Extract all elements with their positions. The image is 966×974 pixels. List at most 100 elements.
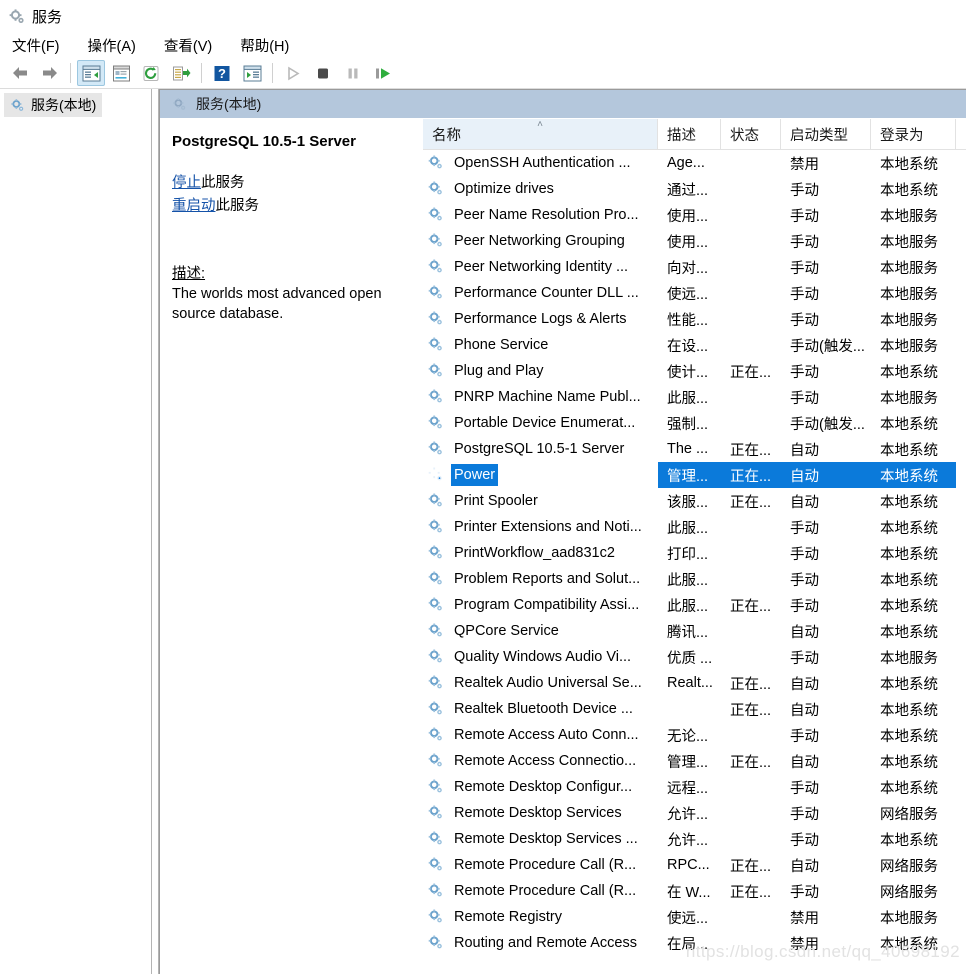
table-row[interactable]: Remote Procedure Call (R... 在 W... 正在... 手动… (423, 878, 966, 904)
cell-name-label: Remote Desktop Services ... (454, 831, 638, 847)
table-row[interactable]: Printer Extensions and Noti... 此服... 手动 本地系… (423, 514, 966, 540)
cell-start: 自动 (781, 462, 871, 488)
cell-status: 正在... (730, 598, 772, 615)
service-gear-icon (427, 206, 445, 224)
cell-desc: The ... (667, 441, 709, 457)
table-row[interactable]: Program Compatibility Assi... 此服... 正在... 手… (423, 592, 966, 618)
cell-name-label: Peer Name Resolution Pro... (454, 207, 639, 223)
sidebar-item-services-local[interactable]: 服务(本地) (4, 93, 103, 117)
cell-desc: 允许... (667, 832, 709, 849)
menu-bar: 文件(F) 操作(A) 查看(V) 帮助(H) (0, 32, 966, 58)
pane-splitter[interactable] (151, 89, 159, 974)
table-row[interactable]: Realtek Audio Universal Se... Realt... 正在.… (423, 670, 966, 696)
column-header-desc[interactable]: 描述 (658, 119, 721, 149)
cell-start: 手动 (790, 832, 819, 849)
cell-desc: 在 W... (667, 884, 711, 901)
menu-file[interactable]: 文件(F) (10, 33, 62, 58)
table-row[interactable]: Portable Device Enumerat... 强制... 手动(触发...… (423, 410, 966, 436)
cell-desc: 性能... (667, 312, 709, 329)
table-row[interactable]: Remote Desktop Services ... 允许... 手动 本地系统 (423, 826, 966, 852)
cell-status (721, 722, 781, 748)
table-row[interactable]: Remote Access Connectio... 管理... 正在... 自动 本地… (423, 748, 966, 774)
table-row[interactable]: PNRP Machine Name Publ... 此服... 手动 本地服务 (423, 384, 966, 410)
table-row[interactable]: Remote Procedure Call (R... RPC... 正在... 自动… (423, 852, 966, 878)
table-row[interactable]: Peer Name Resolution Pro... 使用... 手动 本地服务 (423, 202, 966, 228)
table-row[interactable]: PrintWorkflow_aad831c2 打印... 手动 本地系统 (423, 540, 966, 566)
cell-desc: 此服... (667, 572, 709, 589)
stop-service-icon[interactable] (309, 60, 337, 86)
table-row[interactable]: Plug and Play 使计... 正在... 手动 本地系统 (423, 358, 966, 384)
table-row[interactable]: QPCore Service 腾讯... 自动 本地系统 (423, 618, 966, 644)
table-row[interactable]: OpenSSH Authentication ... Age... 禁用 本地系统 (423, 150, 966, 176)
service-gear-icon (427, 180, 445, 198)
forward-icon[interactable] (36, 60, 64, 86)
restart-service-link[interactable]: 重启动 (172, 198, 216, 214)
cell-start: 自动 (790, 858, 819, 875)
column-header-status[interactable]: 状态 (721, 119, 781, 149)
service-gear-icon (427, 414, 445, 432)
stop-service-suffix: 此服务 (201, 175, 245, 191)
table-row[interactable]: Remote Desktop Configur... 远程... 手动 本地系统 (423, 774, 966, 800)
stop-service-link[interactable]: 停止 (172, 175, 201, 191)
help-icon[interactable]: ? (208, 60, 236, 86)
column-header-logon[interactable]: 登录为 (871, 119, 956, 149)
menu-action[interactable]: 操作(A) (86, 33, 138, 58)
start-service-icon[interactable] (279, 60, 307, 86)
table-row[interactable]: Peer Networking Grouping 使用... 手动 本地服务 (423, 228, 966, 254)
service-gear-icon (427, 466, 445, 484)
table-row[interactable]: Optimize drives 通过... 手动 本地系统 (423, 176, 966, 202)
service-gear-icon (427, 856, 445, 874)
export-list-icon[interactable] (167, 60, 195, 86)
refresh-icon[interactable] (137, 60, 165, 86)
cell-start: 手动 (790, 520, 819, 537)
show-hide-console-tree-icon[interactable] (77, 60, 105, 86)
table-row[interactable]: Remote Desktop Services 允许... 手动 网络服务 (423, 800, 966, 826)
cell-name-label: Peer Networking Identity ... (454, 259, 629, 275)
menu-view[interactable]: 查看(V) (162, 33, 214, 58)
cell-logon: 本地系统 (880, 624, 938, 641)
table-row[interactable]: Problem Reports and Solut... 此服... 手动 本地系统 (423, 566, 966, 592)
menu-help[interactable]: 帮助(H) (238, 33, 291, 58)
cell-status (721, 254, 781, 280)
table-row[interactable]: Remote Access Auto Conn... 无论... 手动 本地系统 (423, 722, 966, 748)
cell-name: Routing and Remote Access (423, 930, 658, 956)
table-row[interactable]: Performance Logs & Alerts 性能... 手动 本地服务 (423, 306, 966, 332)
table-row[interactable]: Remote Registry 使远... 禁用 本地服务 (423, 904, 966, 930)
column-header-name[interactable]: ˄ 名称 (423, 119, 658, 149)
service-gear-icon (427, 284, 445, 302)
selected-service-title: PostgreSQL 10.5-1 Server (172, 133, 356, 150)
table-row[interactable]: Power 管理... 正在... 自动 本地系统 (423, 462, 966, 488)
cell-logon: 本地服务 (880, 312, 938, 329)
table-row[interactable]: Print Spooler 该服... 正在... 自动 本地系统 (423, 488, 966, 514)
cell-name-label: Remote Access Auto Conn... (454, 727, 639, 743)
table-row[interactable]: Realtek Bluetooth Device ... 正在... 自动 本地系统 (423, 696, 966, 722)
pause-service-icon[interactable] (339, 60, 367, 86)
services-gear-icon (8, 8, 25, 25)
table-row[interactable]: Routing and Remote Access 在局... 禁用 本地系统 (423, 930, 966, 956)
stop-service-line: 停止此服务 (172, 172, 408, 195)
cell-logon: 本地系统 (880, 156, 938, 173)
table-row[interactable]: Phone Service 在设... 手动(触发... 本地服务 (423, 332, 966, 358)
properties-icon[interactable] (107, 60, 135, 86)
table-row[interactable]: PostgreSQL 10.5-1 Server The ... 正在... 自动 本地… (423, 436, 966, 462)
table-row[interactable]: Quality Windows Audio Vi... 优质 ... 手动 本地服务 (423, 644, 966, 670)
cell-name: Problem Reports and Solut... (423, 566, 658, 592)
back-icon[interactable] (6, 60, 34, 86)
cell-name-label: Performance Counter DLL ... (454, 285, 639, 301)
cell-logon: 本地系统 (880, 676, 938, 693)
main-area: 服务(本地) 服务(本地) PostgreSQL 10.5-1 Server 停… (0, 89, 966, 974)
services-list[interactable]: ˄ 名称 描述 状态 启动类型 登录为 OpenSSH Authentication ..… (422, 119, 966, 974)
service-gear-icon (427, 154, 445, 172)
toolbar-separator-3 (272, 63, 273, 83)
cell-name: Peer Networking Identity ... (423, 254, 658, 280)
show-action-pane-icon[interactable] (238, 60, 266, 86)
cell-name-label: Power (451, 464, 499, 486)
table-row[interactable]: Peer Networking Identity ... 向对... 手动 本地服务 (423, 254, 966, 280)
cell-status (721, 150, 781, 176)
table-row[interactable]: Performance Counter DLL ... 使远... 手动 本地服务 (423, 280, 966, 306)
cell-name-label: Performance Logs & Alerts (454, 311, 627, 327)
restart-service-icon[interactable] (369, 60, 397, 86)
cell-logon: 本地系统 (880, 546, 938, 563)
cell-start: 手动(触发... (790, 338, 865, 355)
column-header-start[interactable]: 启动类型 (781, 119, 871, 149)
